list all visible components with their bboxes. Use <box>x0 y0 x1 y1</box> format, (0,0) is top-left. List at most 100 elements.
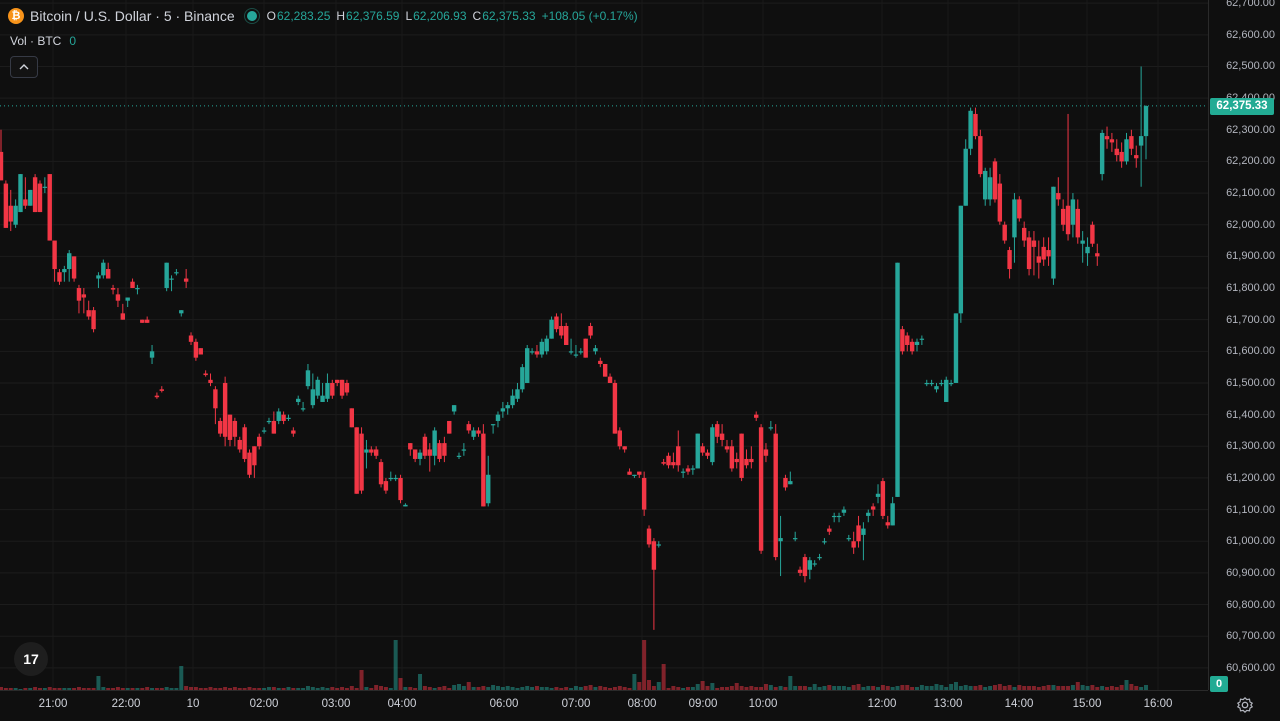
candle-body <box>62 269 67 273</box>
candle-body <box>257 436 262 447</box>
time-tick-label: 06:00 <box>489 698 519 710</box>
candle-body <box>520 367 525 390</box>
candle-body <box>622 446 627 450</box>
candle-body <box>373 449 379 456</box>
candle-body <box>188 335 194 342</box>
price-tick-label: 61,500.00 <box>1226 376 1275 389</box>
candle-body <box>627 471 632 475</box>
candle-body <box>1104 136 1110 140</box>
time-tick-label: 12:00 <box>867 698 897 710</box>
candle-body <box>900 329 905 352</box>
time-tick-label: 16:00 <box>1143 698 1173 710</box>
candle-body <box>252 446 257 466</box>
candle-body <box>451 405 457 412</box>
time-tick-label: 03:00 <box>321 698 351 710</box>
candle-body <box>1129 136 1134 149</box>
candle-body <box>734 458 739 463</box>
candle-body <box>1134 155 1139 159</box>
candle-body <box>685 468 691 472</box>
collapse-legend-button[interactable] <box>10 56 38 78</box>
high-value: 62,376.59 <box>346 9 400 23</box>
candle-body <box>909 341 915 352</box>
volume-bar <box>418 674 423 690</box>
time-axis[interactable]: 21:00 22:00 10 02:00 03:00 04:00 06:00 07:00 08:… <box>0 690 1208 721</box>
candle-body <box>315 379 320 396</box>
candle-body <box>354 427 359 494</box>
low-label: L <box>405 9 413 23</box>
candle-body <box>1075 208 1080 238</box>
candle-body <box>992 161 998 200</box>
candle-body <box>763 449 769 456</box>
candle-body <box>1138 136 1144 146</box>
tradingview-logo[interactable]: 17 <box>14 642 48 676</box>
candle-body <box>724 446 730 450</box>
candle-body <box>57 272 62 282</box>
candle-body <box>1143 106 1149 137</box>
candle-body <box>398 477 403 501</box>
candle-body <box>71 256 77 279</box>
time-tick-label: 13:00 <box>933 698 963 710</box>
chevron-up-icon <box>19 64 29 70</box>
candle-body <box>286 417 291 419</box>
open-value: 62,283.25 <box>276 9 331 23</box>
candle-body <box>559 326 564 336</box>
symbol-title[interactable]: Bitcoin / U.S. Dollar · 5 · Binance <box>30 8 235 24</box>
candle-body <box>778 538 783 542</box>
candle-body <box>447 420 452 434</box>
candlestick-chart[interactable] <box>0 0 1208 690</box>
time-tick-label: 22:00 <box>111 698 141 710</box>
candle-body <box>612 382 618 434</box>
volume-bar <box>642 640 647 690</box>
candle-body <box>437 443 442 459</box>
settings-icon[interactable] <box>1236 696 1254 714</box>
candle-body <box>198 348 203 355</box>
candle-body <box>495 414 501 421</box>
candle-body <box>339 379 345 396</box>
candle-body <box>525 348 530 383</box>
candle-body <box>885 522 890 526</box>
candle-body <box>0 151 4 181</box>
candle-body <box>393 477 398 480</box>
candle-body <box>1085 246 1090 254</box>
candle-body <box>208 379 213 383</box>
candle-body <box>476 430 481 434</box>
candle-body <box>529 351 535 353</box>
candle-body <box>105 269 111 279</box>
candle-body <box>948 382 954 385</box>
candle-body <box>261 430 267 432</box>
candle-body <box>578 351 584 353</box>
candle-body <box>130 281 135 289</box>
candle-body <box>3 183 9 228</box>
candle-body <box>788 481 793 485</box>
price-tick-label: 61,000.00 <box>1226 535 1275 548</box>
candle-body <box>456 455 462 457</box>
candle-body <box>831 515 837 518</box>
candle-body <box>193 341 199 358</box>
candle-body <box>291 430 296 434</box>
chart-pane[interactable] <box>0 0 1208 690</box>
candle-body <box>870 506 876 510</box>
time-tick-label: 15:00 <box>1072 698 1102 710</box>
volume-label[interactable]: Vol · BTC <box>10 34 61 48</box>
candle-body <box>939 382 944 385</box>
candle-body <box>52 240 57 270</box>
close-value: 62,375.33 <box>482 9 536 23</box>
candle-body <box>953 313 959 383</box>
candle-body <box>310 389 316 406</box>
candle-body <box>987 177 993 200</box>
candle-body <box>607 376 613 383</box>
candle-body <box>412 449 418 459</box>
candle-body <box>91 310 96 330</box>
volume-bar <box>466 682 471 690</box>
volume-bar <box>661 664 666 690</box>
time-tick-label: 04:00 <box>387 698 417 710</box>
price-tick-label: 60,700.00 <box>1226 630 1275 643</box>
candle-body <box>300 408 306 410</box>
candle-body <box>744 458 749 466</box>
candle-body <box>500 408 506 412</box>
candle-body <box>978 136 983 175</box>
market-status-icon[interactable] <box>246 11 257 21</box>
price-tick-label: 62,600.00 <box>1226 28 1275 41</box>
candle-body <box>179 310 184 314</box>
candle-body <box>973 113 978 137</box>
